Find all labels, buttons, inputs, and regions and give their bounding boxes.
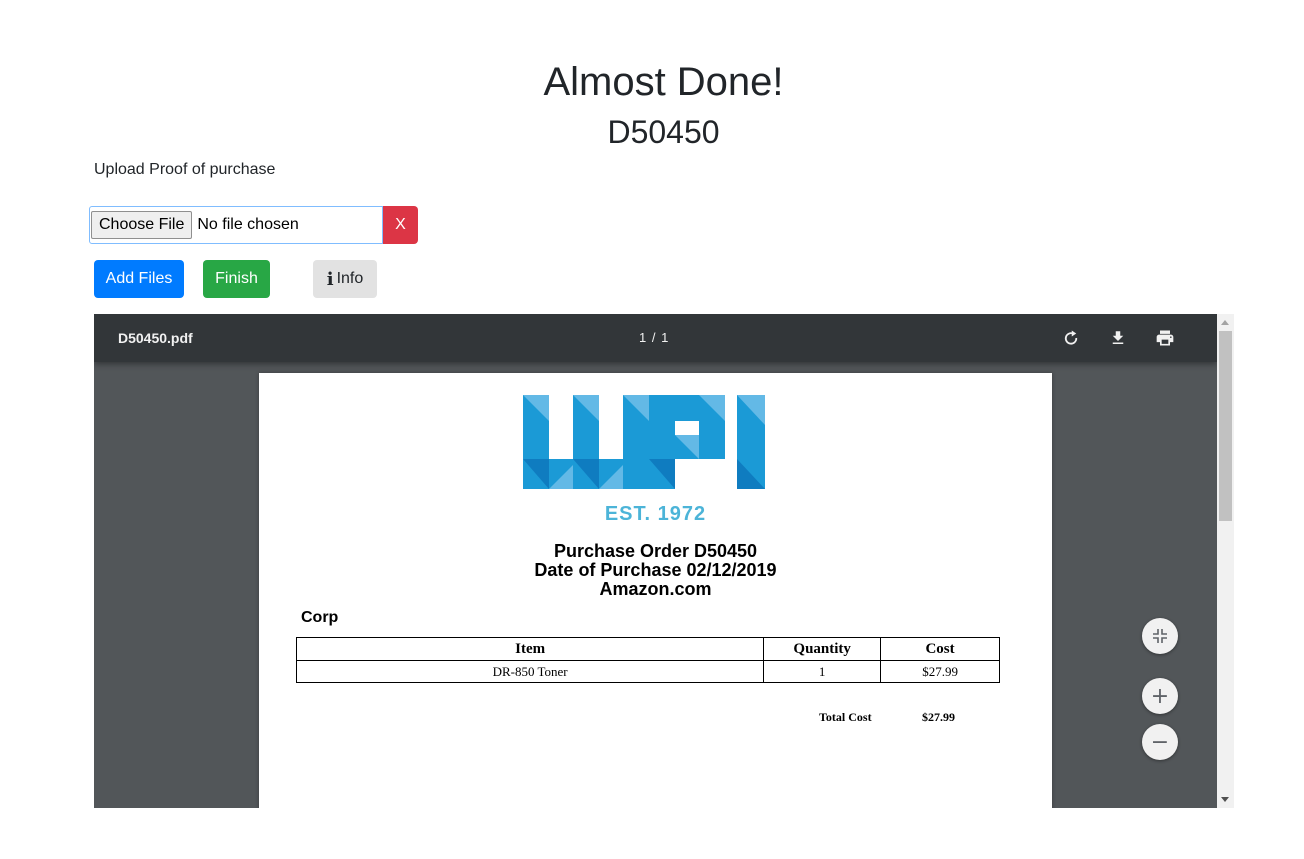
zoom-out-icon: − xyxy=(1150,729,1170,755)
zoom-out-button[interactable]: − xyxy=(1142,724,1178,760)
po-title: Purchase Order D50450 xyxy=(553,541,758,561)
pdf-toolbar: D50450.pdf 1 / 1 xyxy=(94,314,1217,362)
scroll-thumb[interactable] xyxy=(1219,331,1232,521)
fit-to-page-button[interactable] xyxy=(1142,618,1178,654)
items-table: Item Quantity Cost DR-850 Toner 1 $27.99 xyxy=(295,637,1000,683)
quantity-cell: 1 xyxy=(763,660,882,683)
clear-file-button[interactable]: X xyxy=(383,206,418,244)
file-status: No file chosen xyxy=(197,216,299,233)
upload-label: Upload Proof of purchase xyxy=(94,161,276,178)
vendor-name: Amazon.com xyxy=(599,579,712,599)
pdf-file-name: D50450.pdf xyxy=(118,330,193,346)
file-input[interactable]: Choose File No file chosen xyxy=(89,206,383,244)
print-icon[interactable] xyxy=(1153,326,1177,350)
choose-file-button[interactable]: Choose File xyxy=(91,211,193,239)
zoom-in-icon: + xyxy=(1150,683,1170,709)
total-cost-label: Total Cost xyxy=(819,710,872,724)
page-indicator: 1 / 1 xyxy=(639,330,670,345)
purchase-date: Date of Purchase 02/12/2019 xyxy=(534,560,777,580)
pdf-page: EST. 1972 Purchase Order D50450 Date of … xyxy=(259,373,1052,808)
info-button[interactable]: i Info xyxy=(313,260,377,298)
page-title: Almost Done! xyxy=(543,60,784,104)
add-files-button[interactable]: Add Files xyxy=(94,260,184,298)
wpi-logo xyxy=(523,395,765,489)
company-name: Corp xyxy=(301,609,339,626)
scrollbar[interactable] xyxy=(1217,314,1234,808)
finish-button[interactable]: Finish xyxy=(203,260,270,298)
table-row: DR-850 Toner 1 $27.99 xyxy=(295,660,1000,683)
logo-letter-p xyxy=(649,395,725,489)
column-header-item: Item xyxy=(295,637,765,661)
scroll-up-arrow[interactable] xyxy=(1221,320,1229,325)
cost-cell: $27.99 xyxy=(880,660,1000,683)
table-header-row: Item Quantity Cost xyxy=(295,637,1000,661)
info-icon: i xyxy=(326,268,334,290)
download-icon[interactable] xyxy=(1106,326,1130,350)
logo-letter-i xyxy=(737,395,765,489)
logo-tagline: EST. 1972 xyxy=(604,503,707,525)
item-cell: DR-850 Toner xyxy=(295,660,765,683)
info-button-label: Info xyxy=(336,270,364,287)
total-cost-value: $27.99 xyxy=(922,710,955,724)
pdf-viewer: EST. 1972 Purchase Order D50450 Date of … xyxy=(94,314,1234,808)
order-id-heading: D50450 xyxy=(607,114,720,150)
column-header-quantity: Quantity xyxy=(763,637,882,661)
rotate-icon[interactable] xyxy=(1059,326,1083,350)
zoom-in-button[interactable]: + xyxy=(1142,678,1178,714)
scroll-down-arrow[interactable] xyxy=(1221,797,1229,802)
fit-to-page-icon xyxy=(1153,629,1167,643)
column-header-cost: Cost xyxy=(880,637,1000,661)
